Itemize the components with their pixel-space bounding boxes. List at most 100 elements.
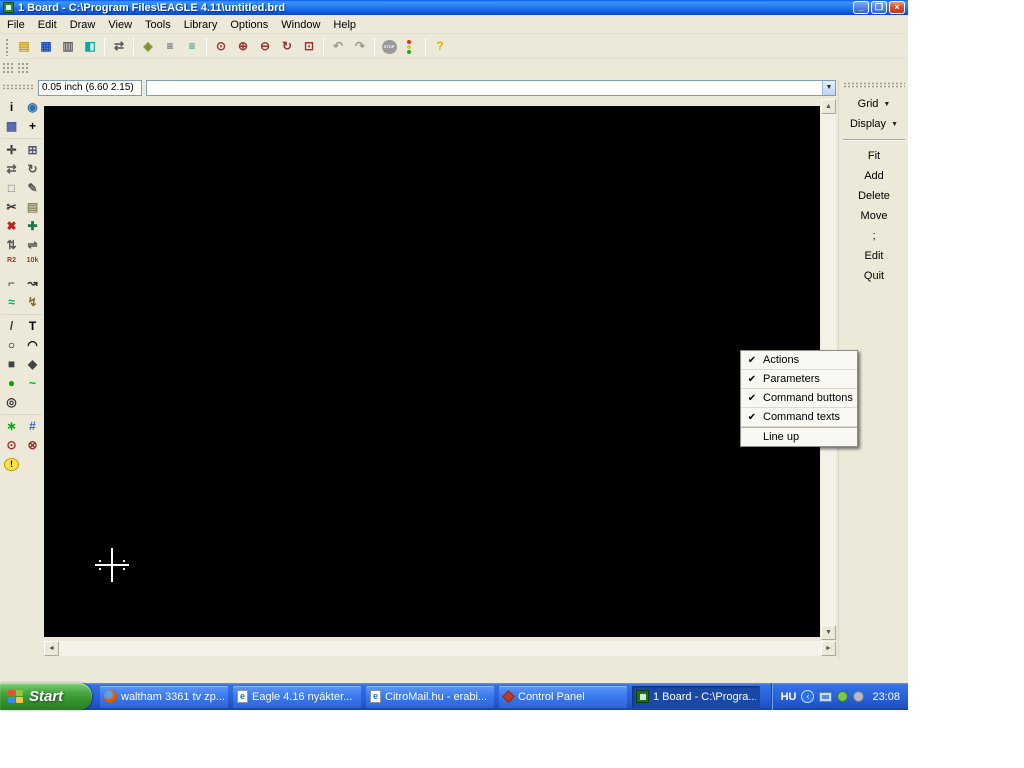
title-bar[interactable]: 1 Board - C:\Program Files\EAGLE 4.11\un… (0, 0, 908, 15)
command-dropdown-button[interactable]: ▼ (822, 81, 835, 95)
action-quit-button[interactable]: Quit (841, 266, 907, 286)
ripup-tool-button[interactable]: ↯ (23, 293, 42, 311)
open-button[interactable]: ▤ (13, 37, 35, 57)
zoom-redraw-button[interactable]: ↻ (276, 37, 298, 57)
value-tool-button[interactable]: 10k (23, 255, 42, 273)
cut-tool-button[interactable]: ✂ (2, 198, 21, 216)
context-item-command-buttons[interactable]: ✔ Command buttons (741, 389, 857, 408)
mark-tool-button[interactable]: + (23, 117, 42, 135)
text-tool-button[interactable]: T (23, 317, 42, 335)
move-tool-button[interactable]: ✛ (2, 141, 21, 159)
start-button[interactable]: Start (0, 683, 92, 710)
menu-help[interactable]: Help (333, 19, 356, 31)
via-tool-button[interactable]: ● (2, 374, 21, 392)
circle-tool-button[interactable]: ○ (2, 336, 21, 354)
wire-tool-button[interactable]: / (2, 317, 21, 335)
taskbar-task-3[interactable]: Control Panel (499, 685, 627, 708)
grid-dropdown[interactable]: Grid ▼ (841, 94, 907, 114)
delete-tool-button[interactable]: ✖ (2, 217, 21, 235)
menu-draw[interactable]: Draw (70, 19, 96, 31)
hide-chevron-icon[interactable]: ‹ (801, 690, 815, 703)
action-panel-grip[interactable] (843, 82, 905, 88)
restore-button[interactable]: ❐ (871, 1, 887, 14)
taskbar-task-0[interactable]: waltham 3361 tv zp... (100, 685, 228, 708)
minimize-button[interactable]: _ (853, 1, 869, 14)
cam-processor-button[interactable]: ◧ (79, 37, 101, 57)
errors-tool-button[interactable]: ⊗ (23, 436, 42, 454)
drc-tool-button[interactable]: ⊙ (2, 436, 21, 454)
scroll-up-button[interactable]: ▲ (821, 99, 836, 114)
print-button[interactable]: ▥ (57, 37, 79, 57)
traffic-light-button[interactable] (400, 37, 422, 57)
show-tool-button[interactable]: ◉ (23, 98, 42, 116)
mirror-tool-button[interactable]: ⇄ (2, 160, 21, 178)
horizontal-scrollbar[interactable]: ◄ ► (44, 641, 836, 656)
menu-library[interactable]: Library (184, 19, 218, 31)
command-input[interactable] (147, 81, 822, 95)
action-delete-button[interactable]: Delete (841, 186, 907, 206)
miter-tool-button[interactable]: ⌐ (2, 274, 21, 292)
pinswap-tool-button[interactable]: ⇅ (2, 236, 21, 254)
context-item-actions[interactable]: ✔ Actions (741, 351, 857, 370)
param-toolbar-grip2[interactable] (17, 62, 30, 75)
zoom-out-button[interactable]: ⊖ (254, 37, 276, 57)
redo-button[interactable]: ↷ (349, 37, 371, 57)
action-add-button[interactable]: Add (841, 166, 907, 186)
auto-tool-button[interactable]: # (23, 417, 42, 435)
context-item-parameters[interactable]: ✔ Parameters (741, 370, 857, 389)
board-canvas[interactable] (44, 106, 820, 637)
context-item-command-texts[interactable]: ✔ Command texts (741, 408, 857, 427)
ratsnest-tool-button[interactable]: ∗ (2, 417, 21, 435)
info-tool-button[interactable]: i (2, 98, 21, 116)
menu-window[interactable]: Window (281, 19, 320, 31)
zoom-in-button[interactable]: ⊕ (232, 37, 254, 57)
scroll-down-button[interactable]: ▼ (821, 625, 836, 640)
replace-tool-button[interactable]: ⇌ (23, 236, 42, 254)
display-dropdown[interactable]: Display ▼ (841, 114, 907, 134)
command-bar-grip[interactable] (2, 84, 34, 90)
action-edit-button[interactable]: Edit (841, 246, 907, 266)
save-button[interactable]: ▦ (35, 37, 57, 57)
language-indicator[interactable]: HU (781, 691, 797, 703)
optimize-tool-button[interactable]: ≈ (2, 293, 21, 311)
change-tool-button[interactable]: ✎ (23, 179, 42, 197)
zoom-select-button[interactable]: ⊡ (298, 37, 320, 57)
messenger-icon[interactable] (853, 691, 865, 702)
taskbar-task-1[interactable]: e Eagle 4.16 nyákter... (233, 685, 361, 708)
taskbar-task-4[interactable]: 1 Board - C:\Progra... (632, 685, 760, 708)
copy-tool-button[interactable]: ⊞ (23, 141, 42, 159)
signal-tool-button[interactable]: ~ (23, 374, 42, 392)
group-tool-button[interactable]: □ (2, 179, 21, 197)
menu-view[interactable]: View (108, 19, 132, 31)
zoom-fit-button[interactable]: ⊙ (210, 37, 232, 57)
switch-editor-button[interactable]: ⇄ (108, 37, 130, 57)
scroll-right-button[interactable]: ► (821, 641, 836, 656)
arc-tool-button[interactable]: ◠ (23, 336, 42, 354)
context-item-line-up[interactable]: Line up (741, 427, 857, 446)
add-tool-button[interactable]: ✚ (23, 217, 42, 235)
smash-tool-button[interactable]: R2 (2, 255, 21, 273)
close-button[interactable]: × (889, 1, 905, 14)
hole-tool-button[interactable]: ◎ (2, 393, 21, 411)
rotate-tool-button[interactable]: ↻ (23, 160, 42, 178)
action-fit-button[interactable]: Fit (841, 146, 907, 166)
polygon-tool-button[interactable]: ◆ (23, 355, 42, 373)
rect-tool-button[interactable]: ■ (2, 355, 21, 373)
run-ulp-button[interactable]: ≡ (181, 37, 203, 57)
scroll-left-button[interactable]: ◄ (44, 641, 59, 656)
use-library-button[interactable]: ◈ (137, 37, 159, 57)
stop-button[interactable]: STOP (378, 37, 400, 57)
display-tool-button[interactable]: ▩ (2, 117, 21, 135)
action-semicolon-button[interactable]: ; (841, 226, 907, 246)
status-green-icon[interactable] (837, 691, 849, 702)
run-script-button[interactable]: ≡ (159, 37, 181, 57)
paste-tool-button[interactable]: ▤ (23, 198, 42, 216)
menu-tools[interactable]: Tools (145, 19, 171, 31)
help-button[interactable]: ? (429, 37, 451, 57)
network-display-icon[interactable] (819, 691, 833, 702)
split-tool-button[interactable]: ↝ (23, 274, 42, 292)
action-move-button[interactable]: Move (841, 206, 907, 226)
menu-edit[interactable]: Edit (38, 19, 57, 31)
param-toolbar-grip[interactable] (2, 62, 15, 75)
taskbar-task-2[interactable]: e CitroMail.hu - erabi... (366, 685, 494, 708)
